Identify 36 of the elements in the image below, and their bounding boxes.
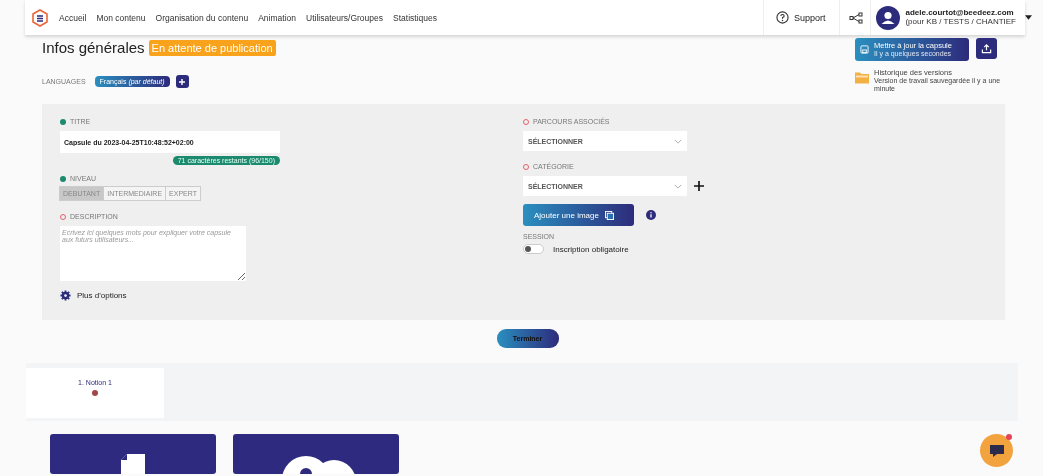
status-badge: En attente de publication [148, 39, 276, 56]
nav-link[interactable]: Accueil [59, 12, 87, 23]
add-icon[interactable] [694, 181, 704, 192]
support-link[interactable]: Support [762, 0, 840, 35]
chat-button[interactable] [980, 434, 1013, 467]
user-email: adele.courtot@beedeez.com [905, 8, 1015, 18]
nav-link[interactable]: Mon contenu [96, 12, 146, 23]
image-icon [604, 210, 614, 220]
nav-link[interactable]: Organisation du contenu [155, 12, 249, 23]
export-button[interactable] [976, 38, 997, 59]
settings-icon[interactable] [60, 290, 71, 302]
nav-link[interactable]: Statistiques [393, 12, 437, 23]
page-title: Infos générales [42, 39, 145, 56]
save-icon [860, 45, 869, 54]
plus-icon [178, 77, 187, 86]
logo-icon[interactable] [32, 8, 48, 27]
caret-icon[interactable] [1025, 15, 1032, 20]
toggle-label: Inscription obligatoire [553, 244, 629, 254]
add-image-button[interactable]: Ajouter une image [523, 204, 634, 227]
info-icon[interactable] [646, 210, 656, 221]
more-options-link[interactable]: Plus d'options [77, 291, 127, 301]
upload-icon [981, 43, 992, 54]
nav-link[interactable]: Utilisateurs/Groupes [306, 12, 383, 23]
chat-icon [988, 443, 1005, 458]
add-language-button[interactable] [175, 75, 189, 88]
avatar-icon[interactable] [876, 5, 901, 30]
nav-link[interactable]: Animation [258, 12, 296, 23]
notification-badge-icon [1006, 434, 1012, 440]
chevron-down-icon [674, 183, 682, 189]
user-organization: (pour KB / TESTS / CHANTIEF [905, 17, 1016, 27]
toggle-switch[interactable] [523, 244, 544, 255]
chevron-down-icon [674, 138, 682, 144]
content-card[interactable] [233, 434, 399, 475]
content-card[interactable] [50, 434, 216, 475]
network-icon[interactable] [849, 11, 864, 24]
help-icon [775, 11, 789, 24]
